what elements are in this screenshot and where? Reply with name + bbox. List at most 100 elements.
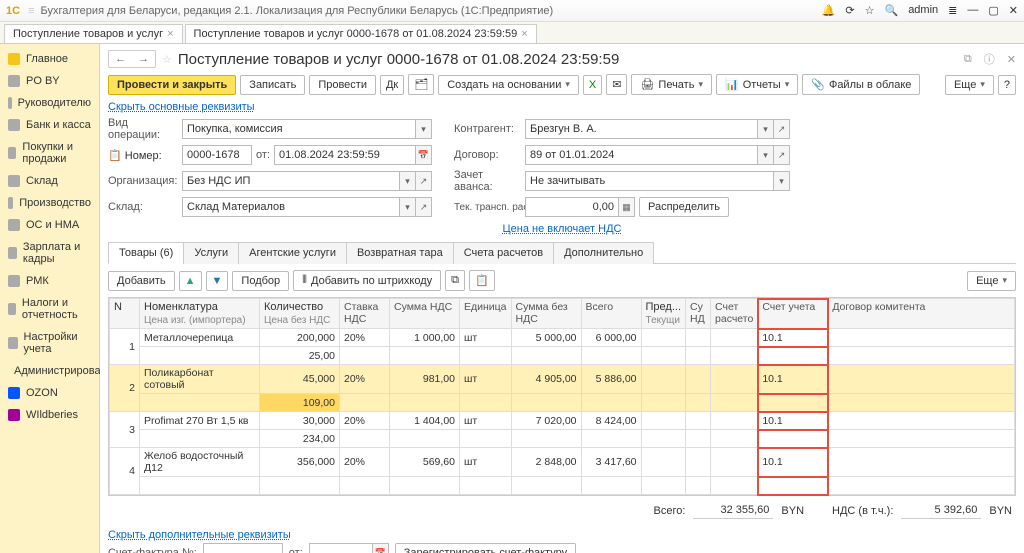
tab-document[interactable]: Поступление товаров и услуг 0000-1678 от… [185,24,537,43]
advance-input[interactable] [525,171,774,191]
table-row[interactable]: 3Profimat 270 Вт 1,5 кв30,00020%1 404,00… [110,412,1015,430]
sidebar-item-poby[interactable]: PO BY [0,70,99,92]
dropdown-icon[interactable]: ▾ [758,119,774,139]
table-row[interactable]: 4Желоб водосточный Д12356,00020%569,60шт… [110,448,1015,477]
bell-icon[interactable]: 🔔 [822,4,836,17]
history-icon[interactable]: ⟳ [845,4,854,17]
more-button[interactable]: Еще▾ [967,271,1016,291]
calc-icon[interactable]: ▦ [619,197,635,217]
tab-tare[interactable]: Возвратная тара [346,242,454,264]
excel-icon[interactable]: X [583,75,602,95]
sidebar-item-salary[interactable]: Зарплата и кадры [0,236,99,270]
hide-main-link[interactable]: Скрыть основные реквизиты [108,101,255,113]
sidebar-item-tax[interactable]: Налоги и отчетность [0,292,99,326]
open-icon[interactable]: ↗ [774,145,790,165]
more-button[interactable]: Еще▾ [945,75,994,95]
paste-icon[interactable]: 📋 [469,270,495,291]
col-total[interactable]: Всего [581,299,641,329]
price-note-link[interactable]: Цена не включает НДС [503,223,622,235]
op-type-input[interactable] [182,119,416,139]
close-icon[interactable]: × [521,28,527,40]
tab-extra[interactable]: Дополнительно [553,242,654,264]
window-info-icon[interactable]: ⓘ [984,51,995,67]
barcode-button[interactable]: ⦀ Добавить по штрихкоду [293,270,441,291]
col-sum[interactable]: Сумма без НДС [511,299,581,329]
dk-icon[interactable]: Дк [380,75,404,95]
col-nomen[interactable]: НоменклатураЦена изг. (импортера) [140,299,260,329]
dropdown-icon[interactable]: ▾ [774,171,790,191]
star-icon[interactable]: ☆ [865,4,875,17]
contract-input[interactable] [525,145,758,165]
sidebar-item-settings[interactable]: Настройки учета [0,326,99,360]
sidebar-item-rmk[interactable]: РМК [0,270,99,292]
dropdown-icon[interactable]: ▾ [400,171,416,191]
sidebar-item-sales[interactable]: Покупки и продажи [0,136,99,170]
hide-extra-link[interactable]: Скрыть дополнительные реквизиты [108,529,291,541]
col-vat[interactable]: Сумма НДС [390,299,460,329]
sidebar-item-wb[interactable]: WIldberies [0,404,99,426]
sidebar-item-ozon[interactable]: OZON [0,382,99,404]
dropdown-icon[interactable]: ▾ [400,197,416,217]
table-row-sub[interactable]: 109,00 [110,394,1015,412]
date-input[interactable] [274,145,416,165]
add-button[interactable]: Добавить [108,271,175,291]
col-acc-calc[interactable]: Счет расчето [711,299,758,329]
col-rate[interactable]: Ставка НДС [340,299,390,329]
copy-icon[interactable]: ⧉ [445,270,465,291]
window-link-icon[interactable]: ⧉ [964,53,972,66]
sidebar-item-manager[interactable]: Руководителю [0,92,99,114]
cloud-button[interactable]: 📎 Файлы в облаке [802,74,920,95]
env-icon[interactable]: ✉ [606,74,627,95]
open-icon[interactable]: ↗ [416,171,432,191]
table-row-sub[interactable] [110,477,1015,495]
table-row[interactable]: 2Поликарбонат сотовый45,00020%981,00шт4 … [110,365,1015,394]
col-n[interactable]: N [110,299,140,329]
tab-goods[interactable]: Товары (6) [108,242,184,264]
dropdown-icon[interactable]: ▾ [758,145,774,165]
sf-date-input[interactable] [309,543,373,553]
dropdown-icon[interactable]: ▾ [416,119,432,139]
calendar-icon[interactable]: 📅 [416,145,432,165]
col-qty[interactable]: КоличествоЦена без НДС [260,299,340,329]
sidebar-item-bank[interactable]: Банк и касса [0,114,99,136]
col-cu[interactable]: Су НД [686,299,711,329]
tab-list[interactable]: Поступление товаров и услуг× [4,24,183,43]
open-icon[interactable]: ↗ [774,119,790,139]
distribute-button[interactable]: Распределить [639,197,729,217]
calendar-icon[interactable]: 📅 [373,543,389,553]
search-icon[interactable]: 🔍 [884,4,898,17]
post-close-button[interactable]: Провести и закрыть [108,75,236,95]
sidebar-item-assets[interactable]: ОС и НМА [0,214,99,236]
table-row[interactable]: 1Металлочерепица200,00020%1 000,00шт5 00… [110,329,1015,347]
tab-agent[interactable]: Агентские услуги [238,242,347,264]
table-row-sub[interactable]: 234,00 [110,430,1015,448]
close-icon[interactable]: ✕ [1009,4,1018,17]
menu-icon[interactable]: ≣ [948,4,957,17]
col-unit[interactable]: Единица [460,299,512,329]
save-button[interactable]: Записать [240,75,305,95]
table-row-sub[interactable]: 25,00 [110,347,1015,365]
move-up-icon[interactable]: ▲ [179,271,202,291]
window-close-icon[interactable]: ✕ [1007,53,1016,66]
help-button[interactable]: ? [998,75,1016,95]
close-icon[interactable]: × [167,28,173,40]
back-icon[interactable]: ← [109,51,132,67]
post-button[interactable]: Провести [309,75,376,95]
move-down-icon[interactable]: ▼ [206,271,229,291]
warehouse-input[interactable] [182,197,400,217]
transp-input[interactable] [525,197,619,217]
org-input[interactable] [182,171,400,191]
create-based-button[interactable]: Создать на основании▾ [438,75,579,95]
sidebar-item-warehouse[interactable]: Склад [0,170,99,192]
tree-icon[interactable]: 🗂 [408,74,434,95]
user-label[interactable]: admin [908,4,938,17]
register-sf-button[interactable]: Зарегистрировать счет-фактуру [395,543,576,553]
partner-input[interactable] [525,119,758,139]
minimize-icon[interactable]: — [967,4,978,17]
sidebar-item-admin[interactable]: Администрирование [0,360,99,382]
sidebar-item-main[interactable]: Главное [0,48,99,70]
favorite-icon[interactable]: ☆ [162,53,172,66]
tab-accounts[interactable]: Счета расчетов [453,242,554,264]
reports-button[interactable]: 📊 Отчеты▾ [716,74,798,95]
forward-icon[interactable]: → [132,51,155,67]
